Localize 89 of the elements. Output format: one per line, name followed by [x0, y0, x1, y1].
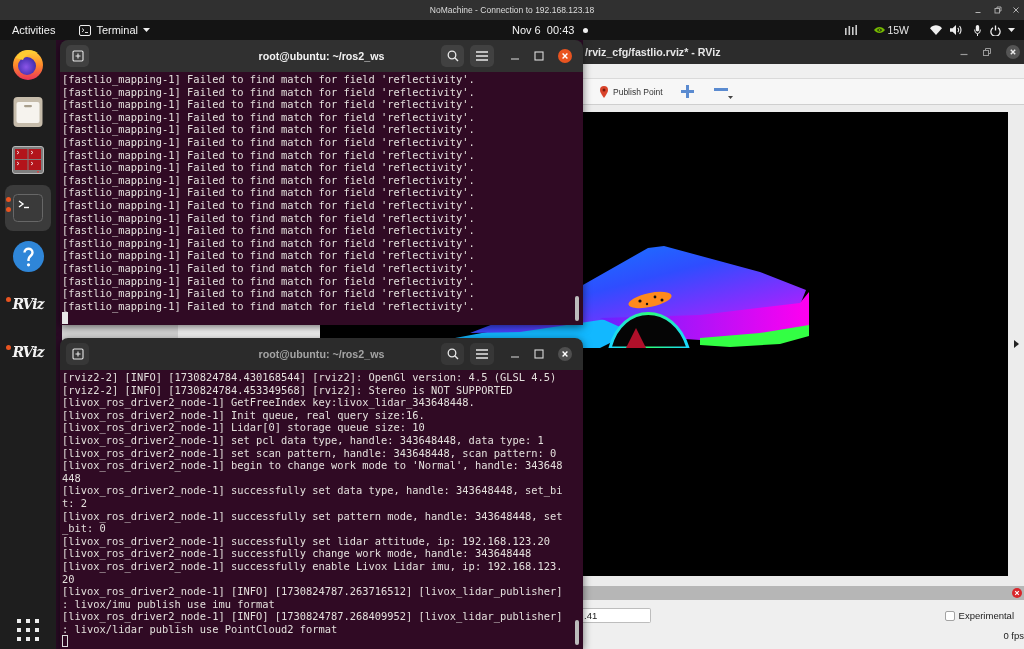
- terminal-icon: [79, 24, 92, 36]
- app-menu-button[interactable]: Terminal: [79, 24, 150, 36]
- new-tab-button[interactable]: [66, 343, 89, 365]
- terminal-line: [fastlio_mapping-1] Failed to find match for field 'reflectivity'.: [62, 249, 476, 262]
- window-title: NoMachine - Connection to 192.168.123.18: [429, 5, 595, 15]
- window-title: root@ubuntu: ~/ros2_ws: [258, 348, 385, 360]
- flame-globe-icon: [11, 47, 45, 81]
- maximize-icon[interactable]: [534, 349, 544, 359]
- terminal-line: [fastlio_mapping-1] Failed to find match for field 'reflectivity'.: [62, 198, 476, 212]
- terminal-line: [fastlio_mapping-1] Failed to find match for field 'reflectivity'.: [62, 148, 476, 162]
- terminal-line: [livox_ros_driver2_node-1] successfully set data type, handle: 343648448, set_bit: 2: [62, 484, 563, 510]
- close-icon[interactable]: [1006, 45, 1020, 59]
- power-reading: 15W: [887, 24, 909, 36]
- new-tab-icon: [71, 50, 84, 62]
- close-icon[interactable]: [1012, 6, 1020, 14]
- menu-button[interactable]: [470, 45, 494, 67]
- terminal-line: [livox_ros_driver2_node-1] Init queue, real query size:16.: [62, 408, 425, 422]
- close-icon[interactable]: [558, 347, 572, 361]
- window-title: /rviz_cfg/fastlio.rviz* - RViz: [585, 46, 721, 58]
- terminal-line: [livox_ros_driver2_node-1] successfully set lidar attitude, ip: 192.168.123.20: [62, 534, 551, 548]
- menu-icon: [476, 51, 488, 61]
- terminal-line: [fastlio_mapping-1] Failed to find match for field 'reflectivity'.: [62, 98, 476, 111]
- app-grid-icon[interactable]: [17, 619, 39, 641]
- close-icon[interactable]: [558, 49, 572, 63]
- eye-icon[interactable]: [874, 26, 886, 34]
- window-title: root@ubuntu: ~/ros2_ws: [258, 50, 385, 62]
- map-pin-icon: [600, 85, 608, 98]
- power-icon[interactable]: [990, 24, 1001, 36]
- activities-button[interactable]: Activities: [12, 24, 56, 36]
- terminal-line: [livox_ros_driver2_node-1] set scan pattern, handle: 343648448, scan pattern: 0: [62, 446, 558, 460]
- dock-launcher[interactable]: RViz: [5, 281, 51, 327]
- terminal-line: [livox_ros_driver2_node-1] successfully change work mode, handle: 343648448: [62, 547, 533, 560]
- terminal-line: [fastlio_mapping-1] Failed to find match for field 'reflectivity'.: [62, 211, 476, 225]
- terminal-line: [fastlio_mapping-1] Failed to find match for field 'reflectivity'.: [62, 186, 476, 199]
- checkbox[interactable]: [944, 610, 955, 621]
- terminal-line: [livox_ros_driver2_node-1] Lidar[0] storage queue size: 10: [62, 421, 426, 434]
- terminal-line: [livox_ros_driver2_node-1] successfully set pattern mode, handle: 343648448, set_bit: 0: [62, 509, 563, 535]
- new-tab-icon: [71, 348, 84, 360]
- help-icon: [12, 240, 44, 272]
- bar-chart-icon[interactable]: [845, 25, 858, 35]
- terminal-icon: [13, 194, 43, 222]
- plus-icon[interactable]: [680, 85, 694, 98]
- toolbar-button[interactable]: Publish Point: [597, 81, 666, 102]
- terminal-line: [fastlio_mapping-1] Failed to find match for field 'reflectivity'.: [62, 287, 476, 300]
- terminal-line: [livox_ros_driver2_node-1] begin to change work mode to 'Normal', handle: 343648448: [62, 459, 563, 485]
- terminal-line: [fastlio_mapping-1] Failed to find match for field 'reflectivity'.: [62, 110, 476, 124]
- terminal-line: [fastlio_mapping-1] Failed to find match for field 'reflectivity'.: [62, 123, 476, 136]
- four-pane-screen-icon: [12, 146, 44, 174]
- terminal-line: [livox_ros_driver2_node-1] [INFO] [1730824787.268409952] [livox_lidar_publisher]: livox/lidar publish use PointCloud2 format: [62, 610, 563, 636]
- terminal-line: [fastlio_mapping-1] Failed to find match for field 'reflectivity'.: [62, 161, 476, 174]
- terminal-line: [livox_ros_driver2_node-1] set pcl data type, handle: 343648448, data type: 1: [62, 433, 545, 447]
- right-arrow-icon[interactable]: [1013, 340, 1019, 348]
- search-button[interactable]: [441, 45, 464, 67]
- terminal-line: [livox_ros_driver2_node-1] successfully enable Livox Lidar imu, ip: 192.168.123.20: [62, 559, 563, 586]
- menu-button[interactable]: [470, 343, 494, 365]
- scrollbar-thumb[interactable]: [575, 620, 579, 645]
- maximize-icon[interactable]: [534, 51, 544, 61]
- scrollbar-thumb[interactable]: [575, 296, 579, 321]
- search-icon: [446, 50, 459, 62]
- terminal-line: [fastlio_mapping-1] Failed to find match for field 'reflectivity'.: [62, 173, 476, 187]
- new-tab-button[interactable]: [66, 45, 89, 67]
- speaker-icon[interactable]: [950, 25, 962, 35]
- restore-icon[interactable]: [981, 46, 993, 58]
- terminal-line: [rviz2-2] [INFO] [1730824784.453349568] [rviz2]: Stereo is NOT SUPPORTED: [62, 383, 514, 397]
- caret-icon: [143, 28, 150, 32]
- terminal-line: [fastlio_mapping-1] Failed to find match for field 'reflectivity'.: [62, 274, 476, 288]
- terminal-line: [fastlio_mapping-1] Failed to find match for field 'reflectivity'.: [62, 236, 476, 250]
- terminal-line: [rviz2-2] [INFO] [1730824784.430168544] [rviz2]: OpenGl version: 4.5 (GLSL 4.5): [62, 371, 558, 384]
- search-icon: [446, 348, 459, 360]
- terminal-line: [livox_ros_driver2_node-1] [INFO] [1730824787.263716512] [livox_lidar_publisher]: livox/imu publish use imu format: [62, 585, 563, 611]
- terminal-line: [fastlio_mapping-1] Failed to find match for field 'reflectivity'.: [62, 135, 476, 149]
- checkbox-label: Experimental: [958, 610, 1014, 621]
- terminal-line: [fastlio_mapping-1] Failed to find match for field 'reflectivity'.: [62, 73, 476, 86]
- search-button[interactable]: [441, 343, 464, 365]
- menu-icon: [476, 349, 488, 359]
- terminal-line: [fastlio_mapping-1] Failed to find match for field 'reflectivity'.: [62, 224, 476, 237]
- wifi-icon[interactable]: [930, 25, 942, 35]
- drawer-icon: [13, 96, 43, 128]
- microphone-icon[interactable]: [974, 24, 981, 36]
- terminal-line: [livox_ros_driver2_node-1] GetFreeIndex key:livox_lidar_343648448.: [62, 396, 476, 409]
- terminal-line: [fastlio_mapping-1] Failed to find match for field 'reflectivity'.: [62, 85, 476, 99]
- dock-launcher[interactable]: RViz: [5, 329, 51, 375]
- time-field[interactable]: .41: [583, 608, 651, 623]
- terminal-line: [fastlio_mapping-1] Failed to find match for field 'reflectivity'.: [62, 299, 476, 313]
- clock-button[interactable]: Nov 6 00:43: [512, 24, 589, 36]
- caret-icon[interactable]: [1008, 28, 1015, 32]
- fps-readout: 0 fps: [1003, 630, 1024, 641]
- restore-icon[interactable]: [994, 6, 1002, 14]
- terminal-line: [fastlio_mapping-1] Failed to find match for field 'reflectivity'.: [62, 261, 476, 275]
